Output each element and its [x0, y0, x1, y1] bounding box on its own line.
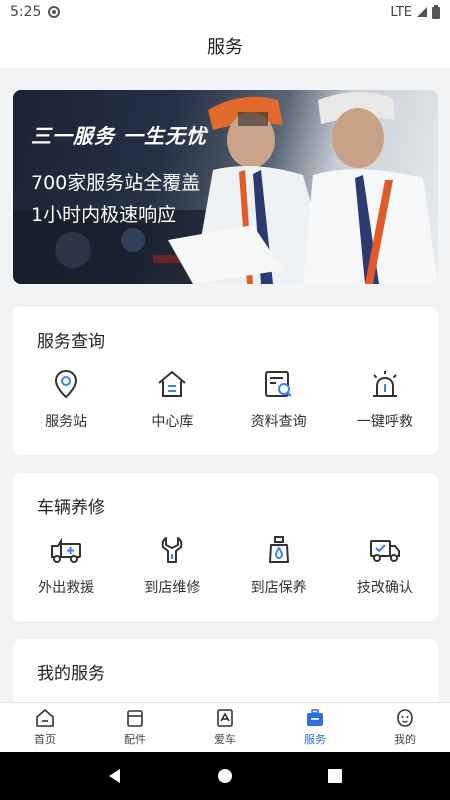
vehicle-maintenance-title: 车辆养修	[37, 498, 105, 518]
emergency-call-item[interactable]: 一键呼救	[332, 367, 438, 431]
car-icon	[217, 709, 233, 727]
wrench-icon	[155, 533, 189, 567]
profile-face-icon	[397, 709, 413, 727]
status-time: 5:25	[10, 4, 42, 20]
tab-home[interactable]: 首页	[0, 703, 90, 752]
home-circle-icon[interactable]	[217, 768, 233, 784]
roadside-rescue-label: 外出救援	[38, 580, 95, 596]
back-icon[interactable]	[107, 768, 123, 784]
tab-service-label: 服务	[304, 733, 326, 746]
status-bar: 5:25 LTE	[0, 0, 450, 24]
tab-profile[interactable]: 我的	[360, 703, 450, 752]
network-type: LTE	[390, 4, 412, 20]
central-warehouse-item[interactable]: 中心库	[119, 367, 225, 431]
my-services-title: 我的服务	[37, 664, 105, 684]
vehicle-maintenance-grid: 外出救援 到店维修 到店保养 技改确认	[13, 533, 438, 597]
parts-box-icon	[127, 710, 143, 727]
location-pin-icon	[49, 367, 83, 401]
tab-my-car-label: 爱车	[214, 733, 236, 746]
central-warehouse-label: 中心库	[151, 414, 194, 430]
tab-home-label: 首页	[34, 733, 56, 746]
bottom-tab-bar: 首页 配件 爱车 服务 我的	[0, 702, 450, 752]
page-title: 服务	[207, 37, 243, 58]
document-search-item[interactable]: 资料查询	[226, 367, 332, 431]
vehicle-maintenance-card: 车辆养修 外出救援 到店维修 到店保养 技改确认	[13, 473, 438, 621]
tab-service[interactable]: 服务	[270, 703, 360, 752]
tab-parts-label: 配件	[124, 733, 146, 746]
document-search-label: 资料查询	[250, 414, 307, 430]
oil-bottle-icon	[262, 533, 296, 567]
tab-profile-label: 我的	[394, 733, 416, 746]
tech-mod-confirm-item[interactable]: 技改确认	[332, 533, 438, 597]
tab-parts[interactable]: 配件	[90, 703, 180, 752]
truck-check-icon	[368, 533, 402, 567]
alarm-light-icon	[368, 367, 402, 401]
service-station-label: 服务站	[45, 414, 88, 430]
system-nav-bar	[0, 752, 450, 800]
in-store-repair-label: 到店维修	[144, 580, 201, 596]
rescue-truck-icon	[49, 533, 83, 567]
emergency-call-label: 一键呼救	[356, 414, 413, 430]
service-bag-icon	[307, 709, 323, 726]
service-query-title: 服务查询	[37, 332, 105, 352]
banner-line-response: 1小时内极速响应	[31, 204, 177, 226]
in-store-maintenance-item[interactable]: 到店保养	[226, 533, 332, 597]
warehouse-icon	[155, 367, 189, 401]
signal-icon	[416, 6, 428, 18]
banner-line-coverage: 700家服务站全覆盖	[31, 172, 201, 194]
tab-my-car[interactable]: 爱车	[180, 703, 270, 752]
service-station-item[interactable]: 服务站	[13, 367, 119, 431]
roadside-rescue-item[interactable]: 外出救援	[13, 533, 119, 597]
battery-icon	[432, 5, 440, 19]
app-header: 服务	[0, 24, 450, 68]
in-store-maintenance-label: 到店保养	[250, 580, 307, 596]
notification-icon	[47, 5, 61, 19]
document-search-icon	[262, 367, 296, 401]
banner-slogan: 三一服务 一生无忧	[31, 124, 207, 148]
recents-icon[interactable]	[327, 768, 343, 784]
tech-mod-confirm-label: 技改确认	[356, 580, 413, 596]
service-query-grid: 服务站 中心库 资料查询 一键呼救	[13, 367, 438, 431]
service-query-card: 服务查询 服务站 中心库 资料查询 一键呼救	[13, 307, 438, 455]
in-store-repair-item[interactable]: 到店维修	[119, 533, 225, 597]
promo-banner[interactable]: 三一服务 一生无忧 700家服务站全覆盖 1小时内极速响应	[13, 90, 438, 284]
home-icon	[36, 709, 54, 727]
